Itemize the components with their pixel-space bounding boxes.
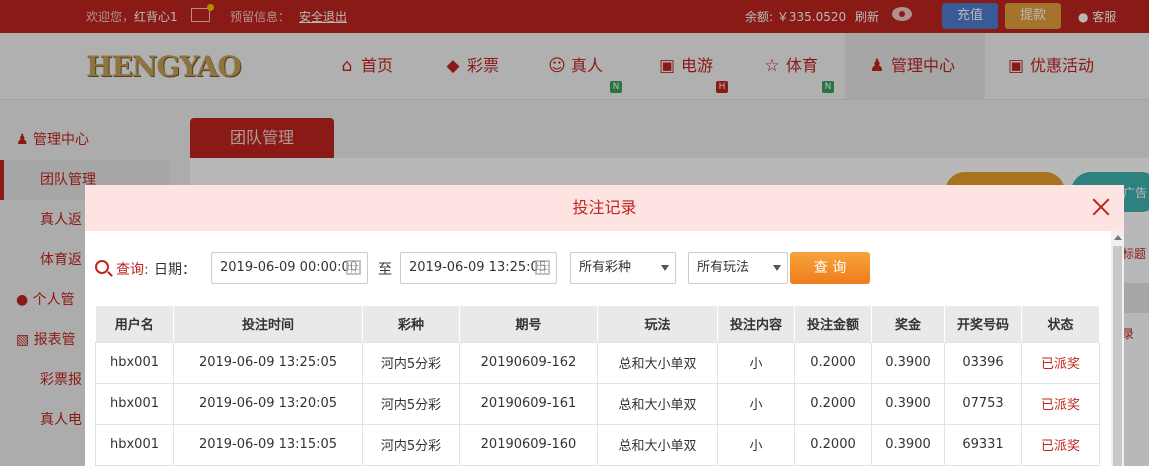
cell-bet-time: 2019-06-09 13:25:05 <box>173 341 363 384</box>
cell-draw-number: 07753 <box>944 382 1022 425</box>
chevron-down-icon <box>661 265 669 271</box>
modal-header: 投注记录 <box>85 185 1124 231</box>
cell-username: hbx001 <box>95 423 174 466</box>
calendar-icon[interactable] <box>535 260 550 275</box>
cell-username: hbx001 <box>95 382 174 425</box>
column-header-play-type: 玩法 <box>597 306 718 342</box>
cell-issue-number: 20190609-160 <box>459 423 598 466</box>
cell-bet-time: 2019-06-09 13:20:05 <box>173 382 363 425</box>
cell-issue-number: 20190609-161 <box>459 382 598 425</box>
cell-play-type: 总和大小单双 <box>597 341 718 384</box>
column-header-bet-amount: 投注金额 <box>794 306 872 342</box>
cell-draw-number: 69331 <box>944 423 1022 466</box>
bet-records-table: 用户名 投注时间 彩种 期号 玩法 投注内容 投注金额 奖金 开奖号码 状态 hbx001 2019… <box>95 306 1100 466</box>
scroll-up-icon[interactable] <box>1114 235 1122 240</box>
scrollbar[interactable] <box>1111 231 1124 466</box>
search-icon <box>95 260 109 274</box>
cell-draw-number: 03396 <box>944 341 1022 384</box>
cell-bet-content: 小 <box>717 423 795 466</box>
column-header-bet-time: 投注时间 <box>173 306 363 342</box>
table-header-row: 用户名 投注时间 彩种 期号 玩法 投注内容 投注金额 奖金 开奖号码 状态 <box>95 306 1100 342</box>
column-header-username: 用户名 <box>95 306 174 342</box>
scrollbar-thumb[interactable] <box>1113 246 1122 466</box>
play-type-select[interactable]: 所有玩法 <box>688 252 788 284</box>
cell-play-type: 总和大小单双 <box>597 423 718 466</box>
start-date-value: 2019-06-09 00:00:00 <box>220 260 359 275</box>
column-header-issue-number: 期号 <box>459 306 598 342</box>
column-header-lottery-type: 彩种 <box>362 306 460 342</box>
cell-bet-content: 小 <box>717 382 795 425</box>
table-row: hbx001 2019-06-09 13:20:05 河内5分彩 20190609-1… <box>95 382 1100 425</box>
close-icon[interactable] <box>1090 196 1112 218</box>
bet-records-modal: 投注记录 查询: 日期： 2019-06-09 00:00:00 至 2019-… <box>85 185 1124 466</box>
cell-prize: 0.3900 <box>871 341 945 384</box>
end-date-input[interactable]: 2019-06-09 13:25:05 <box>400 252 557 284</box>
calendar-icon[interactable] <box>346 260 361 275</box>
cell-prize: 0.3900 <box>871 423 945 466</box>
cell-prize: 0.3900 <box>871 382 945 425</box>
cell-bet-amount: 0.2000 <box>794 341 872 384</box>
start-date-input[interactable]: 2019-06-09 00:00:00 <box>211 252 368 284</box>
date-label: 日期： <box>154 262 196 278</box>
cell-username: hbx001 <box>95 341 174 384</box>
cell-status: 已派奖 <box>1021 341 1100 384</box>
table-row: hbx001 2019-06-09 13:15:05 河内5分彩 20190609-1… <box>95 423 1100 466</box>
chevron-down-icon <box>773 265 781 271</box>
query-label: 查询: <box>116 262 149 278</box>
modal-title: 投注记录 <box>572 198 637 217</box>
cell-bet-amount: 0.2000 <box>794 382 872 425</box>
cell-bet-content: 小 <box>717 341 795 384</box>
play-select-value: 所有玩法 <box>697 260 750 275</box>
cell-lottery-type: 河内5分彩 <box>362 341 460 384</box>
column-header-status: 状态 <box>1021 306 1100 342</box>
column-header-draw-number: 开奖号码 <box>944 306 1022 342</box>
end-date-value: 2019-06-09 13:25:05 <box>409 260 548 275</box>
column-header-bet-content: 投注内容 <box>717 306 795 342</box>
cell-play-type: 总和大小单双 <box>597 382 718 425</box>
cell-lottery-type: 河内5分彩 <box>362 382 460 425</box>
cell-bet-time: 2019-06-09 13:15:05 <box>173 423 363 466</box>
column-header-prize: 奖金 <box>871 306 945 342</box>
lottery-select-value: 所有彩种 <box>579 260 632 275</box>
cell-issue-number: 20190609-162 <box>459 341 598 384</box>
cell-lottery-type: 河内5分彩 <box>362 423 460 466</box>
cell-status: 已派奖 <box>1021 423 1100 466</box>
table-row: hbx001 2019-06-09 13:25:05 河内5分彩 20190609-1… <box>95 341 1100 384</box>
cell-bet-amount: 0.2000 <box>794 423 872 466</box>
lottery-type-select[interactable]: 所有彩种 <box>570 252 676 284</box>
query-button[interactable]: 查 询 <box>790 252 870 284</box>
cell-status: 已派奖 <box>1021 382 1100 425</box>
to-label: 至 <box>378 262 392 278</box>
